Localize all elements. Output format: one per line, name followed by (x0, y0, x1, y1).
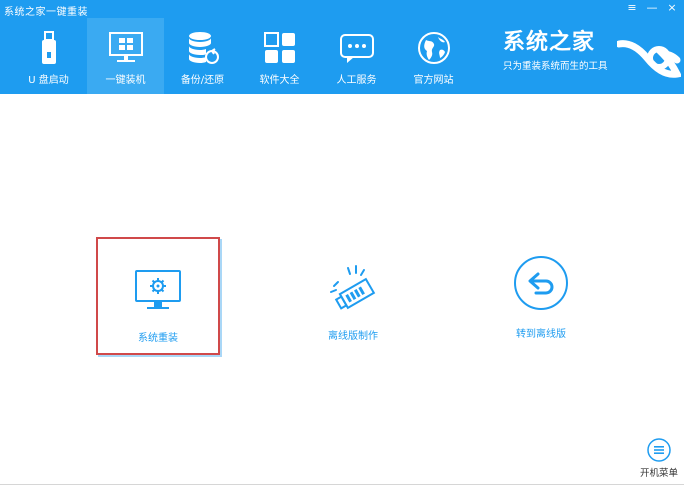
brand-logo-icon (615, 36, 683, 90)
chat-icon (337, 28, 377, 68)
database-restore-icon (183, 28, 223, 68)
boot-menu-label: 开机菜单 (639, 468, 678, 479)
usb-icon (29, 28, 69, 68)
nav-item-support[interactable]: 人工服务 (318, 18, 395, 94)
option-label: 转到离线版 (516, 329, 566, 340)
window-title: 系统之家一键重装 (4, 7, 88, 18)
nav-label: 人工服务 (336, 75, 377, 86)
hamburger-menu-icon (647, 438, 671, 462)
option-label: 系统重装 (138, 333, 178, 344)
nav-label: U 盘启动 (28, 75, 69, 86)
bottom-divider (0, 484, 684, 485)
nav-item-website[interactable]: 官方网站 (395, 18, 472, 94)
nav-label: 备份/还原 (180, 75, 225, 86)
option-switch-offline[interactable]: 转到离线版 (479, 237, 603, 355)
brand-name: 系统之家 (503, 30, 596, 55)
apps-grid-icon (260, 28, 300, 68)
return-arrow-icon (511, 253, 571, 313)
close-button[interactable]: × (664, 1, 680, 15)
nav-label: 一键装机 (105, 75, 146, 86)
nav-item-one-click-install[interactable]: 一键装机 (87, 18, 164, 94)
option-label: 离线版制作 (328, 331, 378, 342)
window-controls: ≡ — × (624, 1, 680, 15)
option-offline-build[interactable]: 离线版制作 (291, 237, 415, 355)
usb-drive-icon (325, 261, 381, 317)
monitor-gear-icon (130, 263, 186, 319)
nav-item-usb-boot[interactable]: U 盘启动 (10, 18, 87, 94)
boot-menu-button[interactable]: 开机菜单 (636, 438, 682, 479)
app-header: 系统之家一键重装 ≡ — × U 盘启动 一键装机 备份/还原 软件大全 人工服… (0, 0, 684, 94)
nav-label: 软件大全 (259, 75, 300, 86)
nav-item-backup-restore[interactable]: 备份/还原 (164, 18, 241, 94)
brand: 系统之家 只为重装系统而生的工具 (503, 30, 608, 72)
main-nav: U 盘启动 一键装机 备份/还原 软件大全 人工服务 官方网站 (10, 18, 472, 94)
brand-slogan: 只为重装系统而生的工具 (503, 61, 608, 72)
option-system-reinstall[interactable]: 系统重装 (96, 237, 220, 355)
nav-label: 官方网站 (413, 75, 454, 86)
menu-button[interactable]: ≡ (624, 1, 640, 15)
nav-item-software[interactable]: 软件大全 (241, 18, 318, 94)
minimize-button[interactable]: — (644, 1, 660, 15)
monitor-windows-icon (106, 28, 146, 68)
globe-icon (414, 28, 454, 68)
